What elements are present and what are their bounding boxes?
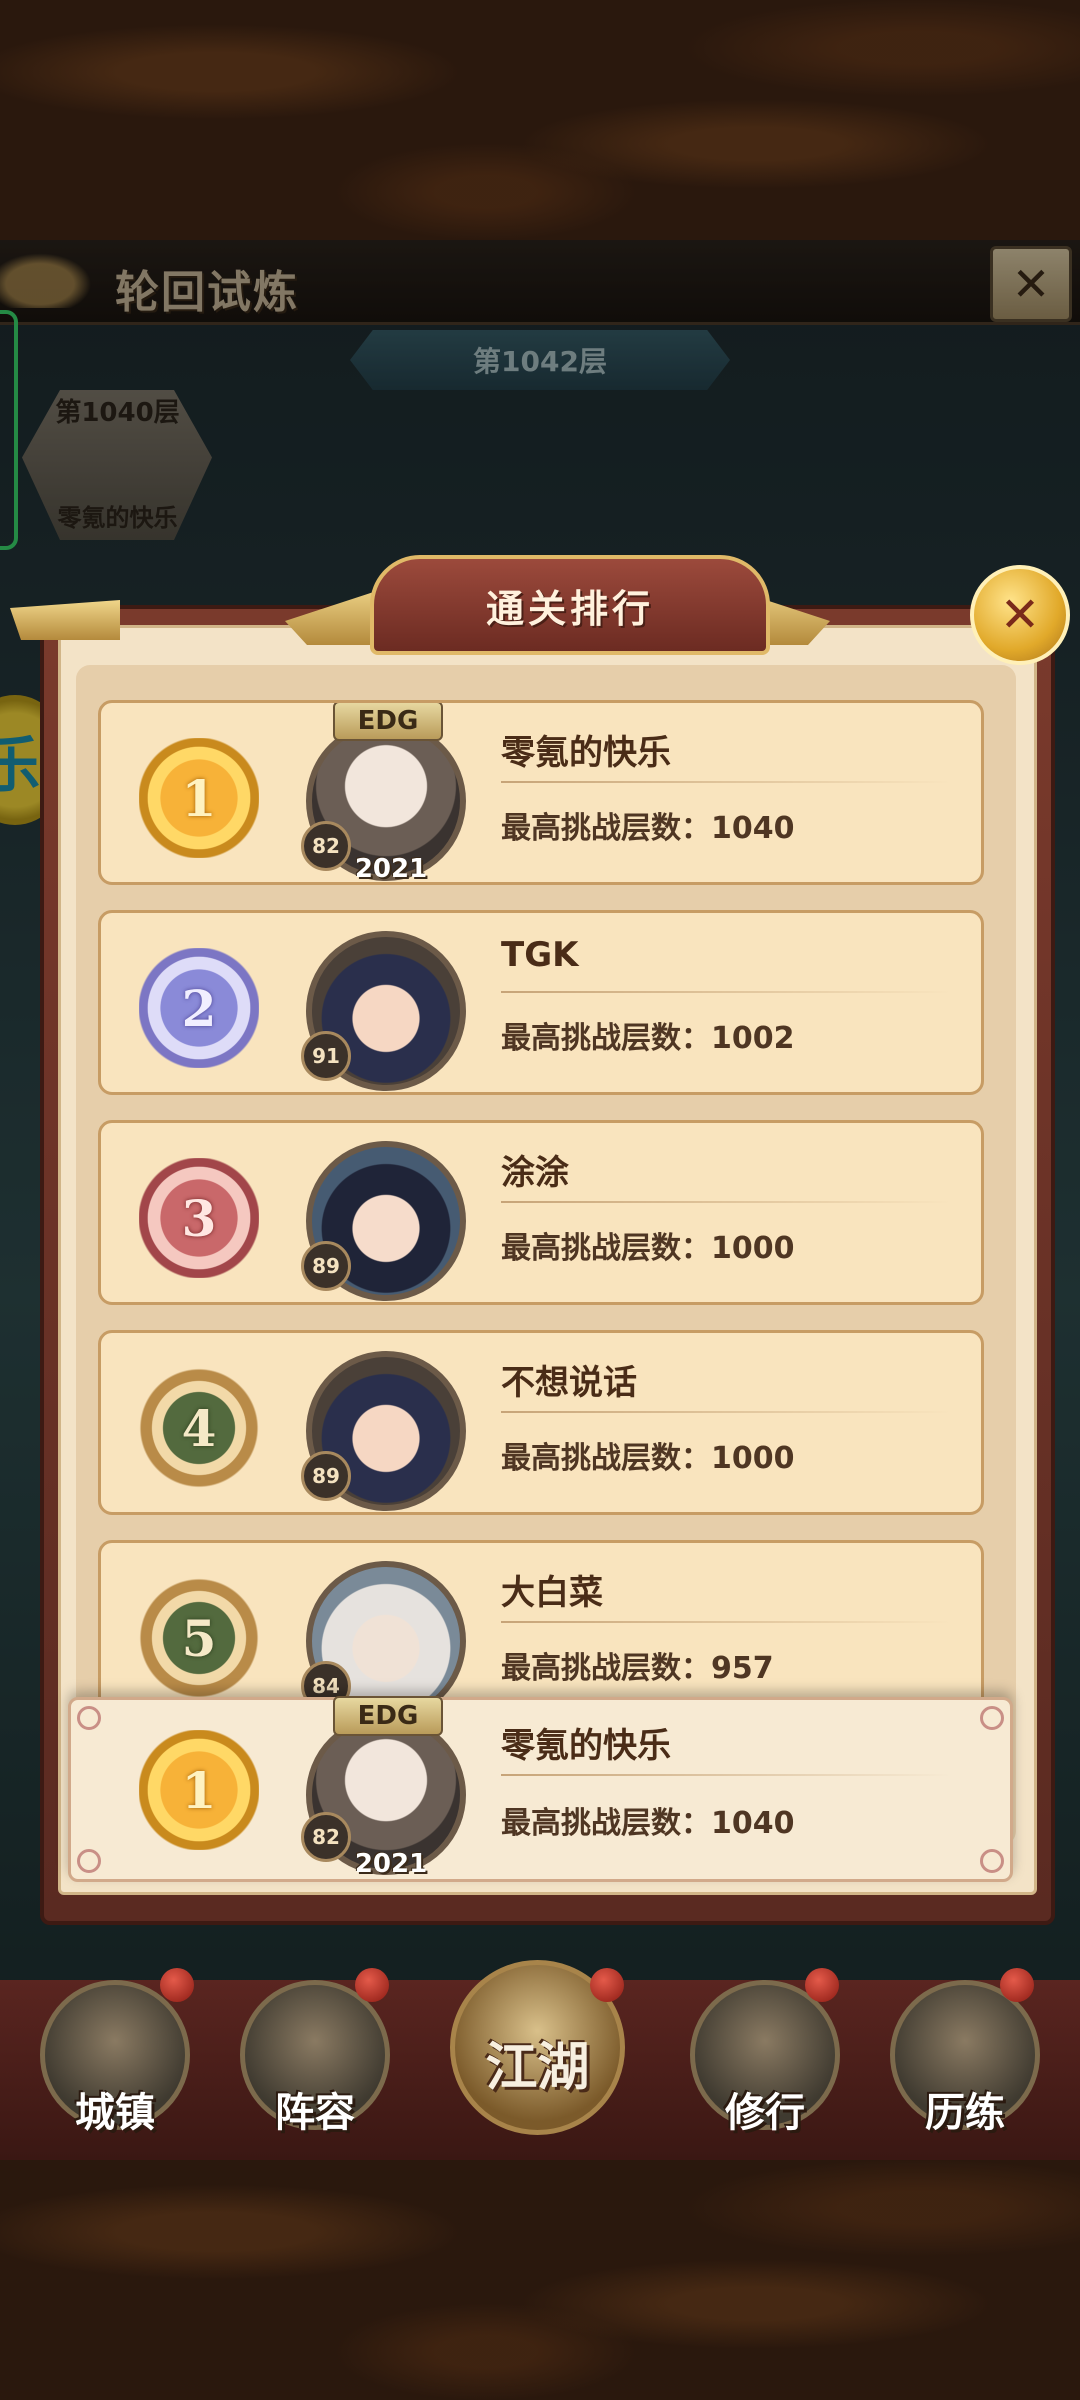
table-row[interactable]: 1 EDG 2021 82 零氪的快乐 最高挑战层数：1040	[98, 700, 984, 885]
notification-dot-icon	[590, 1968, 624, 2002]
background-pattern-bottom	[0, 2160, 1080, 2400]
nav-training-label: 修行	[725, 2090, 805, 2136]
corner-ornament-icon	[77, 1849, 101, 1873]
edg-frame-tag: EDG	[333, 703, 443, 741]
player-score: 最高挑战层数：1000	[501, 1231, 795, 1266]
background-pattern-top	[0, 0, 1080, 240]
player-score: 最高挑战层数：1000	[501, 1441, 795, 1476]
level-badge: 82	[301, 1812, 351, 1862]
player-name: 零氪的快乐	[501, 733, 671, 773]
edg-frame-tag: EDG	[333, 1696, 443, 1736]
frame-year-tag: 2021	[354, 854, 428, 884]
level-badge: 91	[301, 1031, 351, 1081]
player-score: 最高挑战层数：1040	[501, 811, 795, 846]
corner-ornament-icon	[980, 1706, 1004, 1730]
ranking-panel: 通关排行 ✕ 1 EDG 2021 82 零氪的快乐 最高挑战层数：1040 2…	[10, 375, 1070, 1955]
player-score: 最高挑战层数：957	[501, 1651, 774, 1686]
rank-medal-icon: 5	[139, 1578, 259, 1698]
corner-ornament-icon	[980, 1849, 1004, 1873]
notification-dot-icon	[355, 1968, 389, 2002]
bottom-nav: 城镇 阵容 江湖 修行 历练	[0, 1960, 1080, 2160]
divider	[501, 781, 951, 783]
player-name: 零氪的快乐	[501, 1726, 671, 1766]
frame-year-tag: 2021	[354, 1849, 428, 1879]
divider	[501, 1201, 951, 1203]
nav-trial-label: 历练	[925, 2090, 1005, 2136]
notification-dot-icon	[160, 1968, 194, 2002]
corner-ornament-icon	[77, 1706, 101, 1730]
rank-medal-icon: 1	[139, 738, 259, 858]
rank-medal-icon: 1	[139, 1730, 259, 1850]
divider	[501, 991, 951, 993]
level-badge: 89	[301, 1241, 351, 1291]
player-name: 不想说话	[501, 1363, 637, 1403]
table-row[interactable]: 4 89 不想说话 最高挑战层数：1000	[98, 1330, 984, 1515]
player-score: 最高挑战层数：1002	[501, 1021, 795, 1056]
close-x-icon: ✕	[999, 587, 1041, 643]
level-badge: 82	[301, 821, 351, 871]
nav-jianghu-label: 江湖	[485, 2037, 590, 2098]
notification-dot-icon	[805, 1968, 839, 2002]
panel-title: 通关排行	[370, 555, 770, 655]
player-name: 大白菜	[501, 1573, 603, 1613]
player-name: TGK	[501, 935, 579, 975]
table-row[interactable]: 3 89 涂涂 最高挑战层数：1000	[98, 1120, 984, 1305]
divider	[501, 1621, 951, 1623]
panel-close-button[interactable]: ✕	[970, 565, 1070, 665]
rank-medal-icon: 2	[139, 948, 259, 1068]
player-name: 涂涂	[501, 1153, 569, 1193]
rank-medal-icon: 3	[139, 1158, 259, 1278]
table-row[interactable]: 2 91 TGK 最高挑战层数：1002	[98, 910, 984, 1095]
self-rank-row[interactable]: 1 EDG 2021 82 零氪的快乐 最高挑战层数：1040	[68, 1696, 1013, 1882]
nav-town-label: 城镇	[75, 2090, 155, 2136]
divider	[501, 1411, 951, 1413]
player-score: 最高挑战层数：1040	[501, 1806, 795, 1841]
rank-medal-icon: 4	[139, 1368, 259, 1488]
notification-dot-icon	[1000, 1968, 1034, 2002]
divider	[501, 1774, 951, 1776]
level-badge: 89	[301, 1451, 351, 1501]
nav-lineup-label: 阵容	[275, 2090, 355, 2136]
